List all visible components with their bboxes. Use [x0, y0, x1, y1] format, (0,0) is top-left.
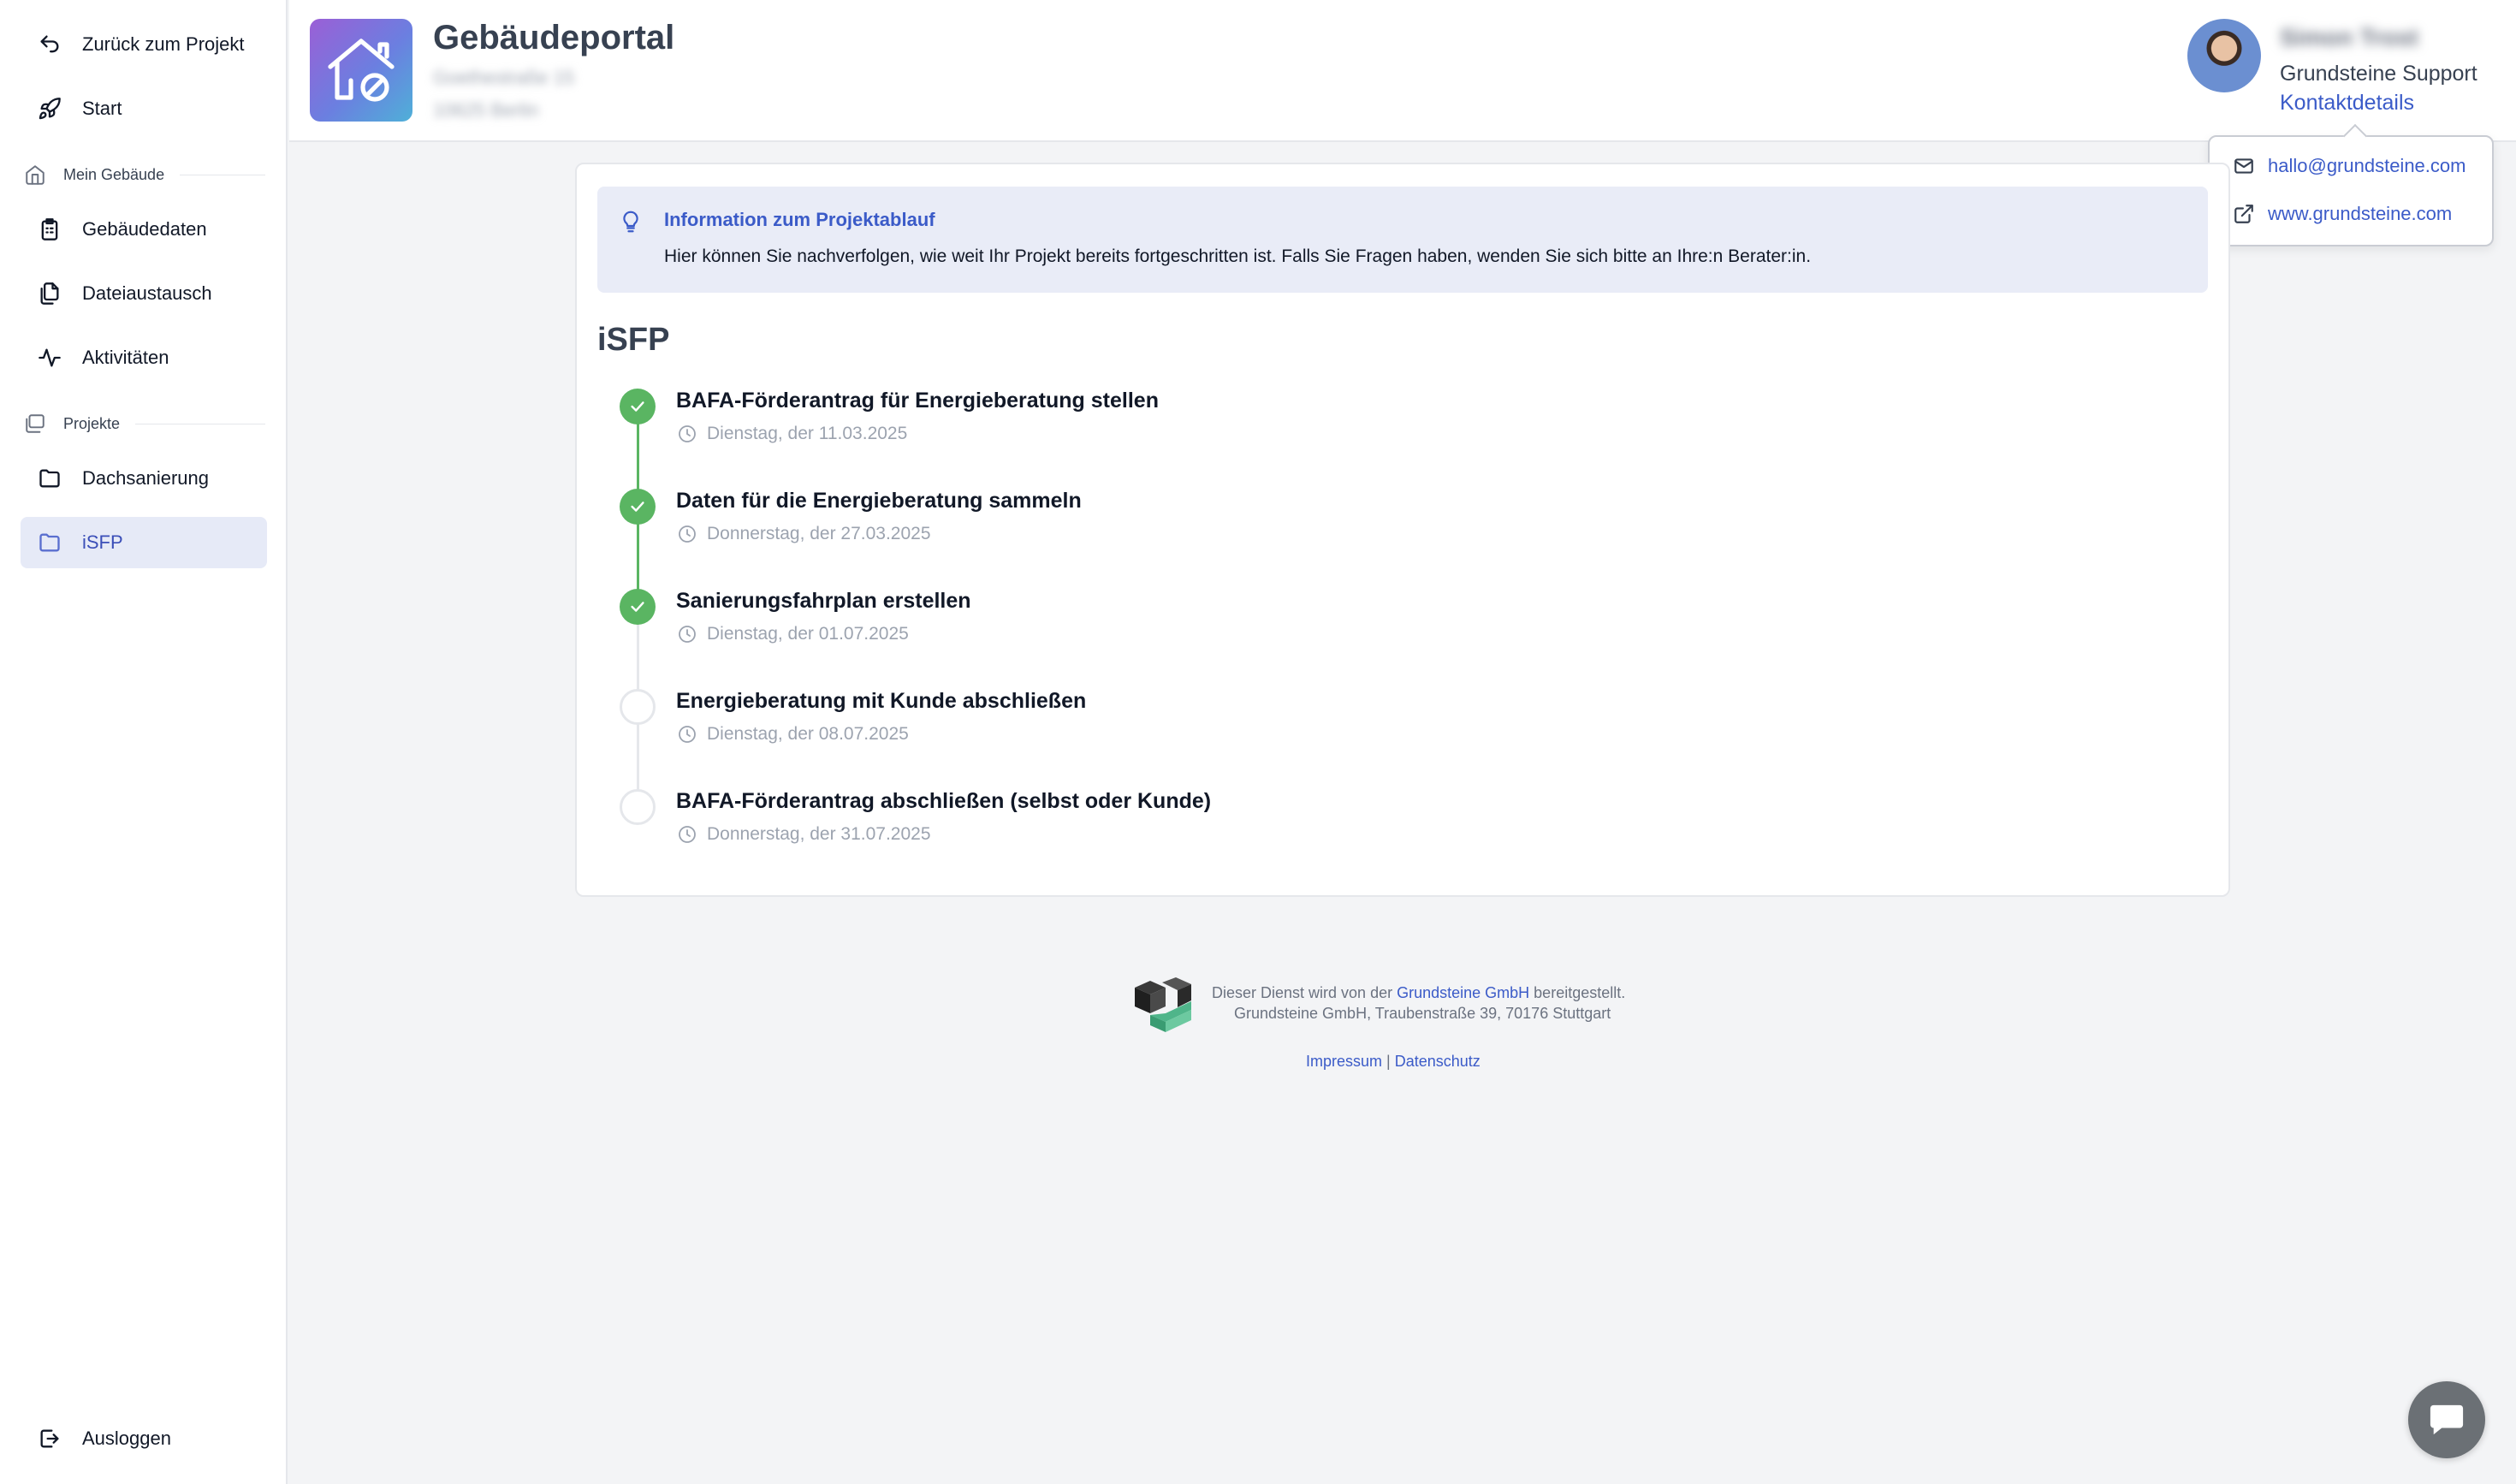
footer-links: Impressum | Datenschutz: [1306, 1053, 1481, 1071]
sidebar: Zurück zum Projekt Start Mein Gebäude Ge…: [0, 0, 288, 1484]
section-my-building: Mein Gebäude: [22, 162, 265, 187]
building-address-city: 10625 Berlin: [433, 99, 539, 121]
step-title: BAFA-Förderantrag abschließen (selbst od…: [676, 789, 1212, 813]
step-date-text: Dienstag, der 08.07.2025: [707, 724, 909, 744]
step-date: Donnerstag, der 27.03.2025: [676, 523, 931, 545]
check-icon: [631, 401, 644, 412]
logout-button[interactable]: Ausloggen: [21, 1413, 267, 1464]
header: Gebäudeportal Goethestraße 15 10625 Berl…: [289, 0, 2516, 142]
sidebar-item-start[interactable]: Start: [21, 83, 267, 134]
support-name: Simon Trost: [2280, 24, 2418, 50]
step-date: Dienstag, der 01.07.2025: [676, 623, 909, 645]
sidebar-item-dachsanierung[interactable]: Dachsanierung: [21, 453, 267, 504]
clock-icon: [676, 423, 698, 445]
footer-provider-text: Dieser Dienst wird von der Grundsteine G…: [1212, 984, 1625, 1002]
files-icon: [36, 280, 63, 307]
sidebar-item-label: Dachsanierung: [82, 467, 209, 489]
project-card: Information zum Projektablauf Hier könne…: [575, 163, 2230, 897]
page-title: Gebäudeportal: [433, 19, 675, 56]
mail-icon: [2232, 154, 2256, 178]
sidebar-item-label: iSFP: [82, 531, 123, 553]
logout-label: Ausloggen: [82, 1428, 171, 1449]
logout-icon: [36, 1425, 63, 1452]
house-leaf-icon: [328, 39, 395, 102]
email-label: hallo@grundsteine.com: [2268, 155, 2466, 176]
contact-details-link[interactable]: Kontaktdetails: [2280, 91, 2414, 116]
sidebar-item-label: Gebäudedaten: [82, 218, 207, 240]
sidebar-item-aktivitaeten[interactable]: Aktivitäten: [21, 332, 267, 383]
sidebar-item-dateiaustausch[interactable]: Dateiaustausch: [21, 268, 267, 319]
app-logo: [310, 19, 412, 122]
step-title: Daten für die Energieberatung sammeln: [676, 489, 1082, 513]
clock-icon: [676, 523, 698, 545]
external-link-icon: [2232, 202, 2256, 226]
step-status-open: [620, 689, 656, 725]
folders-icon: [22, 411, 48, 436]
grundsteine-link[interactable]: Grundsteine GmbH: [1397, 984, 1529, 1001]
footer-separator: |: [1382, 1053, 1395, 1070]
step-date-text: Dienstag, der 11.03.2025: [707, 424, 908, 443]
sidebar-item-isfp[interactable]: iSFP: [21, 517, 267, 568]
step-date: Dienstag, der 08.07.2025: [676, 723, 909, 745]
section-projects: Projekte: [22, 411, 265, 436]
clipboard-icon: [36, 216, 63, 243]
chat-bubble-icon: [2430, 1404, 2464, 1435]
website-link[interactable]: www.grundsteine.com: [2232, 202, 2452, 226]
section-label: Projekte: [63, 414, 121, 432]
impressum-link[interactable]: Impressum: [1306, 1053, 1382, 1070]
step-title: Energieberatung mit Kunde abschließen: [676, 689, 1087, 713]
email-link[interactable]: hallo@grundsteine.com: [2232, 154, 2466, 178]
check-icon: [631, 602, 644, 612]
chat-button[interactable]: [2408, 1381, 2485, 1458]
back-label: Zurück zum Projekt: [82, 33, 245, 55]
footer-post: bereitgestellt.: [1529, 984, 1626, 1001]
building-address-street: Goethestraße 15: [433, 67, 575, 88]
clock-icon: [676, 623, 698, 645]
step-status-open: [620, 789, 656, 825]
step-status-done: [620, 389, 656, 424]
clock-icon: [676, 723, 698, 745]
avatar: [2187, 19, 2261, 92]
step-date-text: Dienstag, der 01.07.2025: [707, 624, 909, 644]
grundsteine-logo: [1131, 976, 1195, 1034]
folder-icon: [36, 529, 63, 556]
arrow-back-icon: [36, 31, 63, 58]
step-title: Sanierungsfahrplan erstellen: [676, 589, 971, 613]
step-date: Donnerstag, der 31.07.2025: [676, 823, 931, 846]
step-status-done: [620, 489, 656, 525]
rocket-icon: [36, 95, 63, 122]
start-label: Start: [82, 98, 122, 119]
step-status-done: [620, 589, 656, 625]
clock-icon: [676, 823, 698, 846]
datenschutz-link[interactable]: Datenschutz: [1395, 1053, 1481, 1070]
website-label: www.grundsteine.com: [2268, 203, 2453, 224]
home-icon: [22, 162, 48, 187]
back-to-project-link[interactable]: Zurück zum Projekt: [21, 19, 267, 70]
section-label: Mein Gebäude: [63, 165, 165, 183]
check-icon: [631, 502, 644, 512]
contact-popover: hallo@grundsteine.com www.grundsteine.co…: [2208, 123, 2494, 246]
footer-pre: Dieser Dienst wird von der: [1212, 984, 1397, 1001]
step-title: BAFA-Förderantrag für Energieberatung st…: [676, 389, 1159, 413]
project-timeline: BAFA-Förderantrag für Energieberatung st…: [577, 164, 2228, 895]
sidebar-item-label: Dateiaustausch: [82, 282, 212, 304]
support-org: Grundsteine Support: [2280, 62, 2477, 86]
sidebar-item-label: Aktivitäten: [82, 347, 169, 368]
step-date-text: Donnerstag, der 27.03.2025: [707, 524, 931, 543]
step-date: Dienstag, der 11.03.2025: [676, 423, 907, 445]
folder-icon: [36, 465, 63, 492]
footer-address: Grundsteine GmbH, Traubenstraße 39, 7017…: [1234, 1005, 1611, 1022]
activity-icon: [36, 344, 63, 371]
step-date-text: Donnerstag, der 31.07.2025: [707, 824, 931, 844]
sidebar-item-gebaeudedaten[interactable]: Gebäudedaten: [21, 204, 267, 255]
